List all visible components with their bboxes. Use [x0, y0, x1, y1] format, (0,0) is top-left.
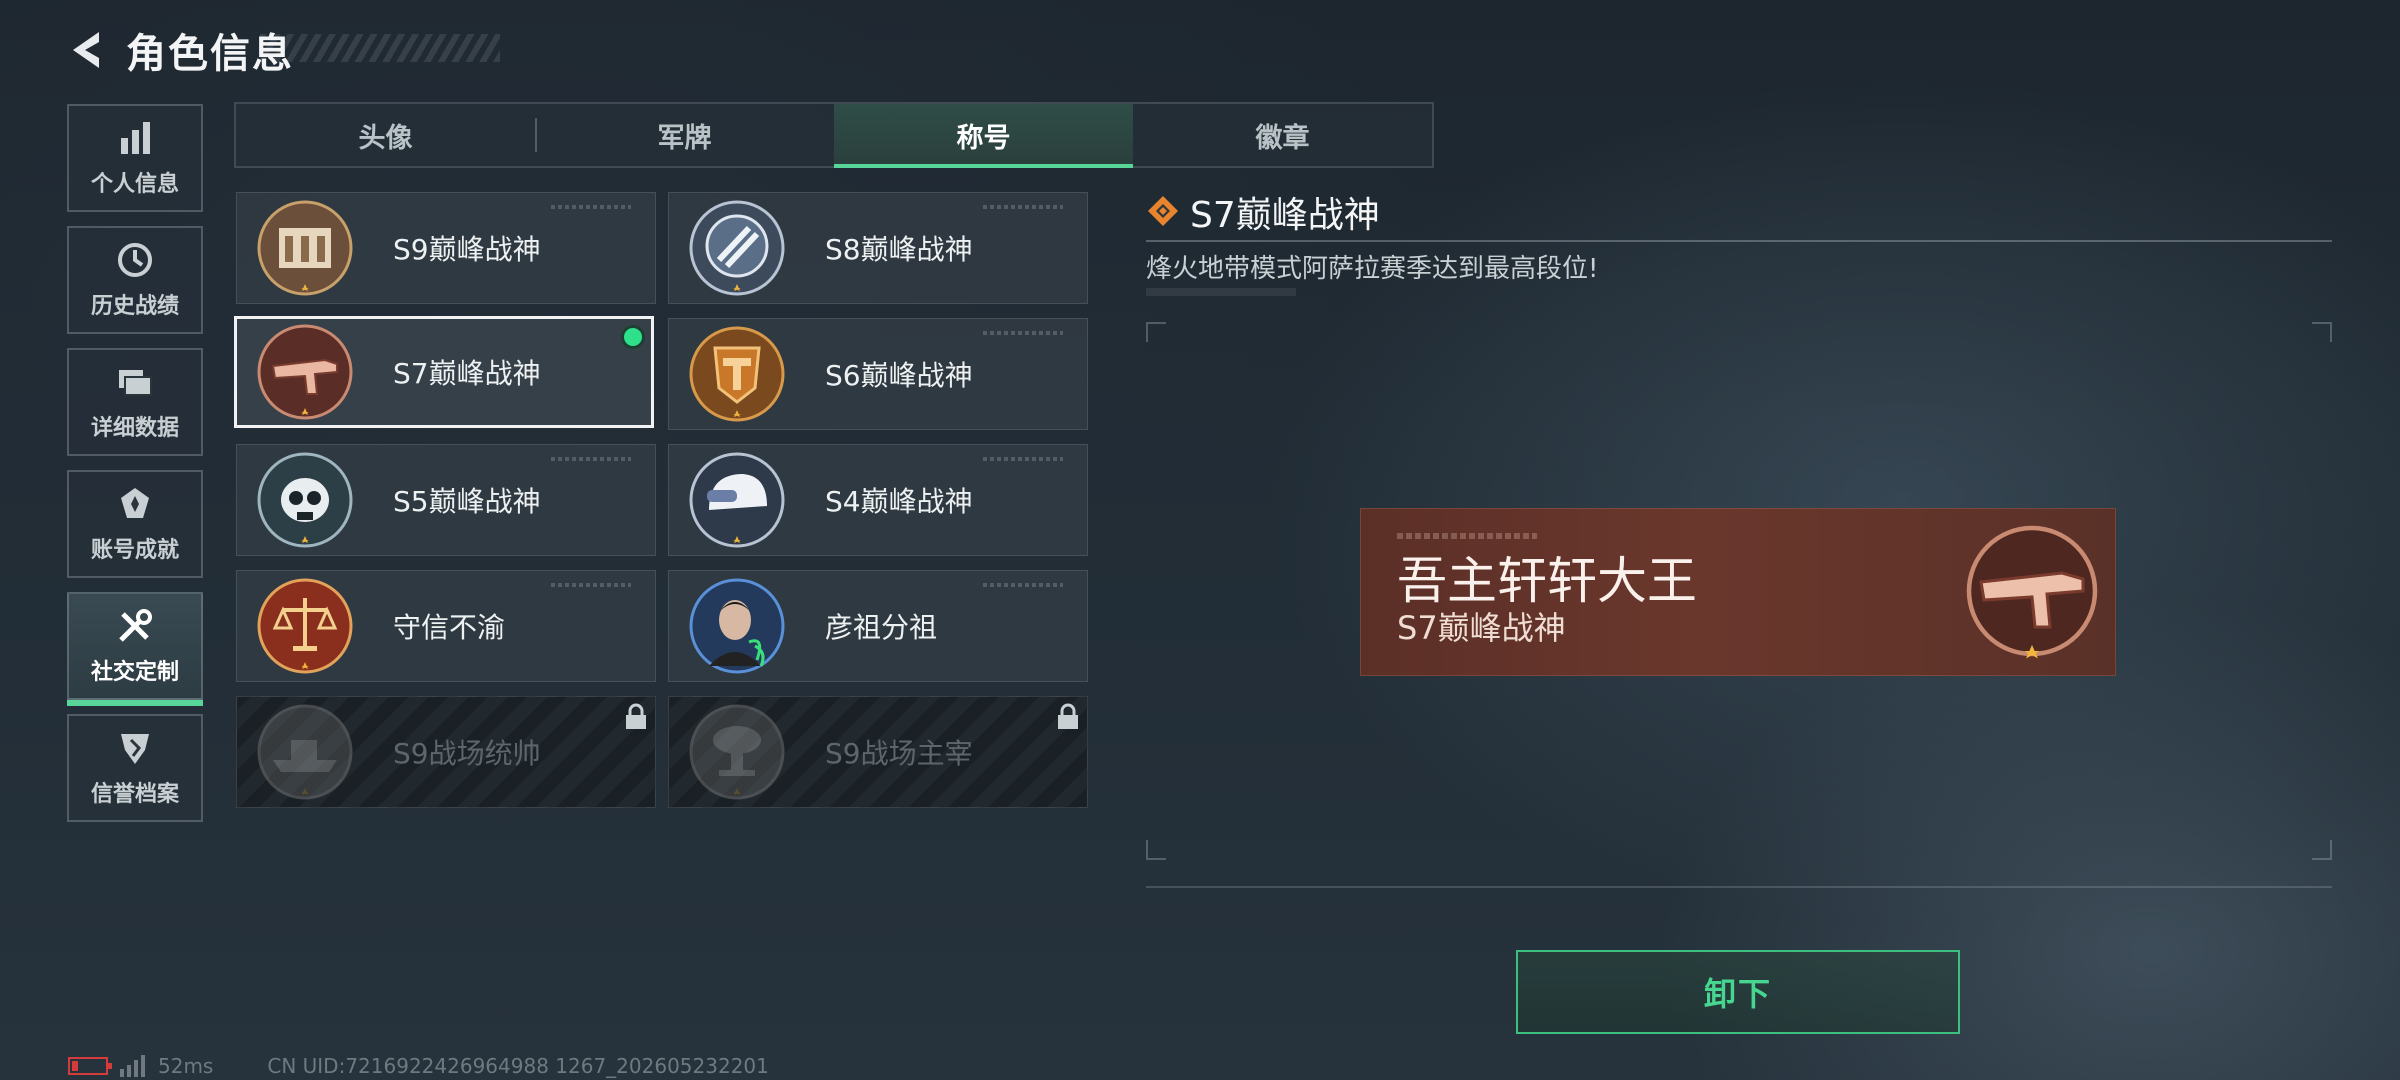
- sidebar-item-label: 账号成就: [90, 538, 179, 563]
- sidebar-item-label: 信誉档案: [90, 782, 179, 807]
- title-card[interactable]: S4巅峰战神: [668, 444, 1088, 556]
- diamond-icon: [1148, 196, 1178, 226]
- title-name: S6巅峰战神: [825, 359, 973, 392]
- scales-medal-icon: [257, 578, 353, 674]
- ship-medal-icon: [257, 704, 353, 800]
- preview-frame-corner: [1146, 840, 1166, 860]
- sidebar-item-detailed-data[interactable]: 详细数据: [67, 348, 203, 456]
- title-card[interactable]: 守信不渝: [236, 570, 656, 682]
- unequip-button[interactable]: 卸下: [1516, 950, 1960, 1034]
- title-card-locked[interactable]: S9战场统帅: [236, 696, 656, 808]
- card-decoration: [983, 457, 1063, 461]
- title-name: 彦祖分祖: [825, 611, 938, 644]
- banner-title: S7巅峰战神: [1397, 609, 1566, 647]
- card-decoration: [983, 583, 1063, 587]
- title-name: S5巅峰战神: [393, 485, 541, 518]
- title-name: S9巅峰战神: [393, 233, 541, 266]
- title-card[interactable]: S9巅峰战神: [236, 192, 656, 304]
- title-card-selected[interactable]: S7巅峰战神: [234, 316, 654, 428]
- lock-icon: [626, 703, 646, 729]
- divider: [1146, 886, 2332, 888]
- sidebar-item-label: 社交定制: [90, 660, 179, 685]
- title-name: S9战场主宰: [825, 737, 973, 770]
- sidebar-item-achievements[interactable]: 账号成就: [67, 470, 203, 578]
- bar-chart-icon: [121, 122, 150, 154]
- card-decoration: [551, 457, 631, 461]
- shield-icon: [121, 734, 149, 764]
- detail-decoration: [1146, 288, 1296, 296]
- title-banner-preview: 吾主轩轩大王 S7巅峰战神: [1360, 508, 2116, 676]
- card-decoration: [551, 583, 631, 587]
- preview-frame-corner: [2312, 840, 2332, 860]
- preview-frame-corner: [1146, 322, 1166, 342]
- achievement-icon: [121, 488, 149, 518]
- banner-decoration: [1397, 533, 1537, 539]
- signal-icon: [120, 1055, 145, 1077]
- sidebar-item-history[interactable]: 历史战绩: [67, 226, 203, 334]
- tab-avatar[interactable]: 头像: [236, 104, 535, 166]
- tab-title[interactable]: 称号: [834, 104, 1133, 168]
- mushroom-cloud-medal-icon: [689, 704, 785, 800]
- portrait-medal-icon: [689, 578, 785, 674]
- equipped-indicator: [621, 325, 645, 349]
- folder-icon: [119, 370, 152, 396]
- slash-emblem-medal-icon: [689, 200, 785, 296]
- history-icon: [118, 243, 152, 277]
- title-name: S9战场统帅: [393, 737, 541, 770]
- uid-text: CN UID:7216922426964988 1267_20260523220…: [267, 1054, 769, 1078]
- title-card-locked[interactable]: S9战场主宰: [668, 696, 1088, 808]
- title-card[interactable]: S8巅峰战神: [668, 192, 1088, 304]
- divider: [1146, 240, 2332, 242]
- card-decoration: [551, 205, 631, 209]
- lock-icon: [1058, 703, 1078, 729]
- sidebar-item-label: 历史战绩: [90, 294, 179, 319]
- battery-icon: [68, 1057, 112, 1075]
- sidebar-item-label: 个人信息: [90, 172, 179, 197]
- gun-medal-icon: [257, 324, 353, 420]
- sidebar-item-social-custom[interactable]: 社交定制: [67, 592, 203, 706]
- detail-description: 烽火地带模式阿萨拉赛季达到最高段位!: [1146, 254, 1599, 284]
- sidebar-item-label: 详细数据: [90, 416, 179, 441]
- sidebar-item-personal-info[interactable]: 个人信息: [67, 104, 203, 212]
- gun-medal-icon: [1966, 525, 2098, 659]
- title-name: S4巅峰战神: [825, 485, 973, 518]
- status-bar: 52ms CN UID:7216922426964988 1267_202605…: [68, 1054, 769, 1078]
- title-name: S8巅峰战神: [825, 233, 973, 266]
- t-shield-medal-icon: [689, 326, 785, 422]
- detail-title-name: S7巅峰战神: [1190, 195, 1380, 236]
- title-name: 守信不渝: [393, 611, 506, 644]
- fortress-medal-icon: [257, 200, 353, 296]
- back-icon[interactable]: [62, 27, 108, 73]
- tab-bar: 头像 军牌 称号 徽章: [234, 102, 1434, 168]
- sidebar-item-reputation[interactable]: 信誉档案: [67, 714, 203, 822]
- helmet-medal-icon: [689, 452, 785, 548]
- skull-medal-icon: [257, 452, 353, 548]
- tab-dogtag[interactable]: 军牌: [535, 104, 834, 166]
- card-decoration: [983, 331, 1063, 335]
- card-decoration: [983, 205, 1063, 209]
- tab-badge[interactable]: 徽章: [1133, 104, 1432, 166]
- header-decoration: [260, 34, 500, 62]
- tools-icon: [119, 609, 152, 642]
- ping-value: 52ms: [158, 1054, 214, 1078]
- title-card[interactable]: S6巅峰战神: [668, 318, 1088, 430]
- title-card[interactable]: 彦祖分祖: [668, 570, 1088, 682]
- preview-frame-corner: [2312, 322, 2332, 342]
- title-name: S7巅峰战神: [393, 357, 541, 390]
- title-card[interactable]: S5巅峰战神: [236, 444, 656, 556]
